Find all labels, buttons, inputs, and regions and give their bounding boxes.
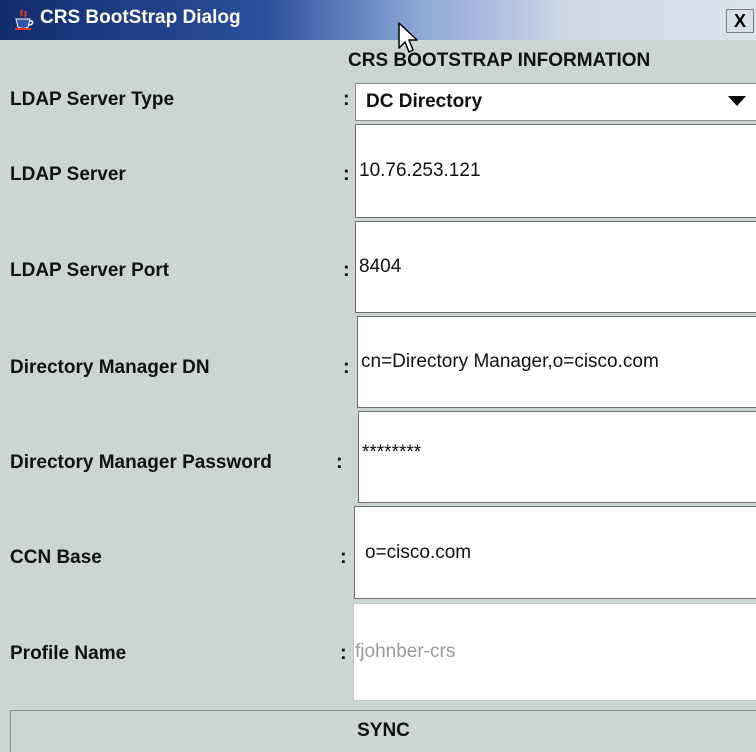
directory-manager-password-input[interactable]: ********	[358, 411, 756, 503]
window-title: CRS BootStrap Dialog	[40, 7, 241, 28]
ldap-server-input[interactable]: 10.76.253.121	[355, 124, 756, 218]
section-title: CRS BOOTSTRAP INFORMATION	[348, 50, 651, 71]
java-cup-icon	[12, 8, 36, 32]
separator: :	[343, 163, 350, 185]
directory-manager-dn-input[interactable]: cn=Directory Manager,o=cisco.com	[357, 316, 756, 408]
dropdown-arrow-icon[interactable]	[728, 96, 746, 106]
profile-name-input[interactable]: fjohnber-crs	[353, 603, 756, 701]
sync-button[interactable]: SYNC	[10, 710, 756, 752]
close-button[interactable]: X	[726, 9, 754, 33]
title-bar[interactable]: CRS BootStrap Dialog X	[0, 0, 756, 40]
ldap-server-port-input[interactable]: 8404	[355, 221, 756, 313]
ccn-base-label: CCN Base	[10, 547, 102, 568]
ldap-server-type-select[interactable]: DC Directory	[355, 83, 756, 121]
directory-manager-password-label: Directory Manager Password	[10, 452, 272, 473]
bootstrap-dialog: CRS BootStrap Dialog X CRS BOOTSTRAP INF…	[0, 0, 756, 752]
separator: :	[343, 259, 350, 281]
separator: :	[340, 642, 347, 664]
ldap-server-label: LDAP Server	[10, 164, 126, 185]
separator: :	[343, 356, 350, 378]
profile-name-label: Profile Name	[10, 643, 127, 664]
ccn-base-input[interactable]: o=cisco.com	[354, 506, 756, 599]
ldap-server-type-value: DC Directory	[366, 91, 483, 112]
ldap-server-port-label: LDAP Server Port	[10, 260, 170, 281]
separator: :	[336, 451, 343, 473]
separator: :	[340, 546, 347, 568]
separator: :	[343, 88, 350, 110]
ldap-server-type-label: LDAP Server Type	[10, 89, 175, 110]
directory-manager-dn-label: Directory Manager DN	[10, 357, 210, 378]
